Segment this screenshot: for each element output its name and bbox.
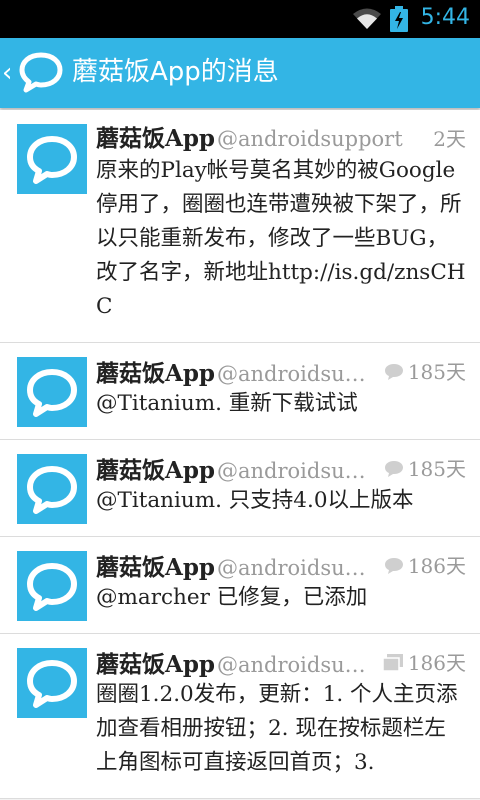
- back-chevron-icon[interactable]: ‹: [2, 58, 12, 88]
- message-time: 186天: [407, 651, 466, 675]
- page-title: 蘑菇饭App的消息: [72, 57, 279, 87]
- message-text: 原来的Play帐号莫名其妙的被Google停用了，圈圈也连带遭殃被下架了，所以只…: [96, 158, 466, 319]
- author-handle[interactable]: @androidsupport: [217, 456, 374, 486]
- message-item[interactable]: 蘑菇饭App @androidsupport 2天原来的Play帐号莫名其妙的被Go…: [0, 110, 480, 343]
- message-time: 185天: [407, 457, 466, 481]
- author-name[interactable]: 蘑菇饭App: [96, 553, 215, 583]
- message-meta: 186天: [384, 551, 466, 581]
- message-meta: 185天: [384, 357, 466, 387]
- message-meta: 2天: [433, 124, 466, 154]
- author-handle[interactable]: @androidsupport: [217, 553, 374, 583]
- message-text: @Titanium. 重新下载试试: [96, 391, 358, 416]
- message-item[interactable]: 蘑菇饭App@androidsupport 186天 @marcher 已修复，已添…: [0, 537, 480, 634]
- battery-charging-icon: [390, 6, 408, 36]
- message-list[interactable]: 蘑菇饭App @androidsupport 2天 原来的Play帐号莫名其妙的被Go…: [0, 110, 480, 800]
- wifi-icon: [352, 7, 382, 35]
- message-text: @Titanium. 只支持4.0以上版本: [96, 488, 414, 513]
- message-meta: 186天: [382, 648, 466, 678]
- message-time: 2天: [433, 127, 466, 151]
- author-handle[interactable]: @androidsupport: [217, 359, 374, 389]
- album-icon: [382, 654, 404, 672]
- comment-icon: [384, 460, 404, 478]
- message-text: @marcher 已修复，已添加: [96, 585, 368, 610]
- message-time: 185天: [407, 360, 466, 384]
- avatar[interactable]: [17, 648, 87, 718]
- message-item[interactable]: 蘑菇饭App@androidsupport 186天圈圈1.2.0发布，更新：1.…: [0, 634, 480, 799]
- avatar[interactable]: [17, 357, 87, 427]
- author-handle[interactable]: @androidsupport: [217, 650, 372, 680]
- comment-icon: [384, 557, 404, 575]
- message-item[interactable]: 蘑菇饭App@androidsupport 185天 @Titanium. 重新下载…: [0, 343, 480, 440]
- message-header: 蘑菇饭App@androidsupport 186天: [96, 551, 466, 581]
- status-clock: 5:44: [420, 5, 470, 30]
- message-time: 186天: [407, 554, 466, 578]
- message-header: 蘑菇饭App@androidsupport 186天: [96, 648, 466, 678]
- message-text: 圈圈1.2.0发布，更新：1. 个人主页添加查看相册按钮；2. 现在按标题栏左上…: [96, 682, 458, 775]
- message-meta: 185天: [384, 454, 466, 484]
- author-name[interactable]: 蘑菇饭App: [96, 359, 215, 389]
- action-bar: ‹ 蘑菇饭App的消息: [0, 38, 480, 108]
- avatar[interactable]: [17, 454, 87, 524]
- avatar[interactable]: [17, 551, 87, 621]
- message-header: 蘑菇饭App@androidsupport 185天: [96, 454, 466, 484]
- message-header: 蘑菇饭App@androidsupport 185天: [96, 357, 466, 387]
- message-header: 蘑菇饭App @androidsupport 2天: [96, 124, 466, 154]
- comment-icon: [384, 363, 404, 381]
- author-name[interactable]: 蘑菇饭App: [96, 456, 215, 486]
- avatar[interactable]: [17, 124, 87, 194]
- author-handle[interactable]: @androidsupport: [217, 124, 423, 154]
- author-name[interactable]: 蘑菇饭App: [96, 124, 215, 154]
- author-name[interactable]: 蘑菇饭App: [96, 650, 215, 680]
- app-logo-icon[interactable]: [18, 51, 64, 97]
- status-bar: 5:44: [0, 0, 480, 38]
- message-item[interactable]: 蘑菇饭App@androidsupport 185天 @Titanium. 只支持4…: [0, 440, 480, 537]
